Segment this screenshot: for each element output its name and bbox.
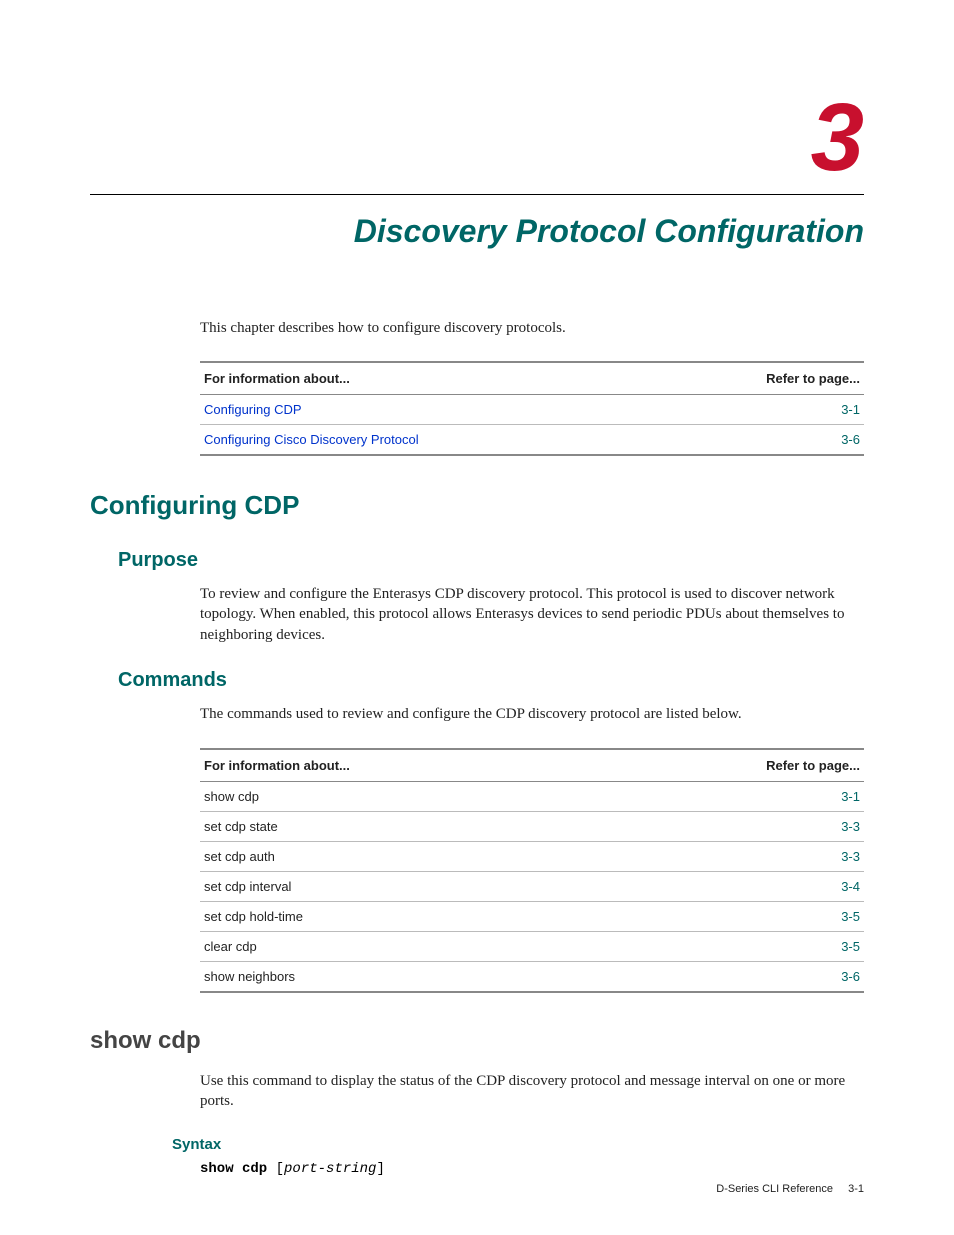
table-row: Configuring CDP 3-1 <box>200 395 864 425</box>
page-footer: D-Series CLI Reference 3-1 <box>716 1183 864 1195</box>
chapter-rule <box>90 194 864 195</box>
commands-intro: The commands used to review and configur… <box>200 704 864 724</box>
command-label: clear cdp <box>200 932 599 962</box>
command-page-ref[interactable]: 3-3 <box>841 819 860 834</box>
toc-table: For information about... Refer to page..… <box>200 361 864 456</box>
footer-doc-title: D-Series CLI Reference <box>716 1183 833 1195</box>
toc-page-ref[interactable]: 3-6 <box>841 432 860 447</box>
table-row: Configuring Cisco Discovery Protocol 3-6 <box>200 425 864 456</box>
syntax-line: show cdp [port-string] <box>200 1161 864 1177</box>
syntax-command: show cdp <box>200 1161 267 1177</box>
command-label: set cdp interval <box>200 872 599 902</box>
toc-page-ref[interactable]: 3-1 <box>841 402 860 417</box>
command-label: show neighbors <box>200 962 599 993</box>
command-page-ref[interactable]: 3-3 <box>841 849 860 864</box>
command-page-ref[interactable]: 3-5 <box>841 909 860 924</box>
table-row: show cdp 3-1 <box>200 782 864 812</box>
show-cdp-text: Use this command to display the status o… <box>200 1071 864 1112</box>
command-page-ref[interactable]: 3-5 <box>841 939 860 954</box>
subsection-heading-purpose: Purpose <box>118 549 864 572</box>
command-label: set cdp hold-time <box>200 902 599 932</box>
commands-table: For information about... Refer to page..… <box>200 748 864 993</box>
table-row: clear cdp 3-5 <box>200 932 864 962</box>
syntax-heading: Syntax <box>172 1136 864 1153</box>
chapter-title: Discovery Protocol Configuration <box>90 213 864 250</box>
command-page-ref[interactable]: 3-6 <box>841 969 860 984</box>
syntax-param: port-string <box>284 1161 376 1177</box>
commands-header-page: Refer to page... <box>599 749 864 782</box>
purpose-text: To review and configure the Enterasys CD… <box>200 584 864 645</box>
toc-link[interactable]: Configuring Cisco Discovery Protocol <box>204 432 419 447</box>
command-page-ref[interactable]: 3-1 <box>841 789 860 804</box>
table-row: set cdp state 3-3 <box>200 812 864 842</box>
footer-page-number: 3-1 <box>848 1183 864 1195</box>
syntax-bracket-open: [ <box>267 1161 284 1177</box>
chapter-intro: This chapter describes how to configure … <box>200 320 864 337</box>
subsection-heading-commands: Commands <box>118 669 864 692</box>
command-label: show cdp <box>200 782 599 812</box>
toc-header-label: For information about... <box>200 362 655 395</box>
table-row: set cdp interval 3-4 <box>200 872 864 902</box>
command-label: set cdp state <box>200 812 599 842</box>
table-row: show neighbors 3-6 <box>200 962 864 993</box>
commands-header-label: For information about... <box>200 749 599 782</box>
chapter-number: 3 <box>90 90 864 186</box>
table-row: set cdp hold-time 3-5 <box>200 902 864 932</box>
toc-link[interactable]: Configuring CDP <box>204 402 302 417</box>
command-page-ref[interactable]: 3-4 <box>841 879 860 894</box>
section-heading-configuring-cdp: Configuring CDP <box>90 490 864 521</box>
section-heading-show-cdp: show cdp <box>90 1027 864 1055</box>
table-row: set cdp auth 3-3 <box>200 842 864 872</box>
syntax-bracket-close: ] <box>376 1161 384 1177</box>
command-label: set cdp auth <box>200 842 599 872</box>
toc-header-page: Refer to page... <box>655 362 864 395</box>
